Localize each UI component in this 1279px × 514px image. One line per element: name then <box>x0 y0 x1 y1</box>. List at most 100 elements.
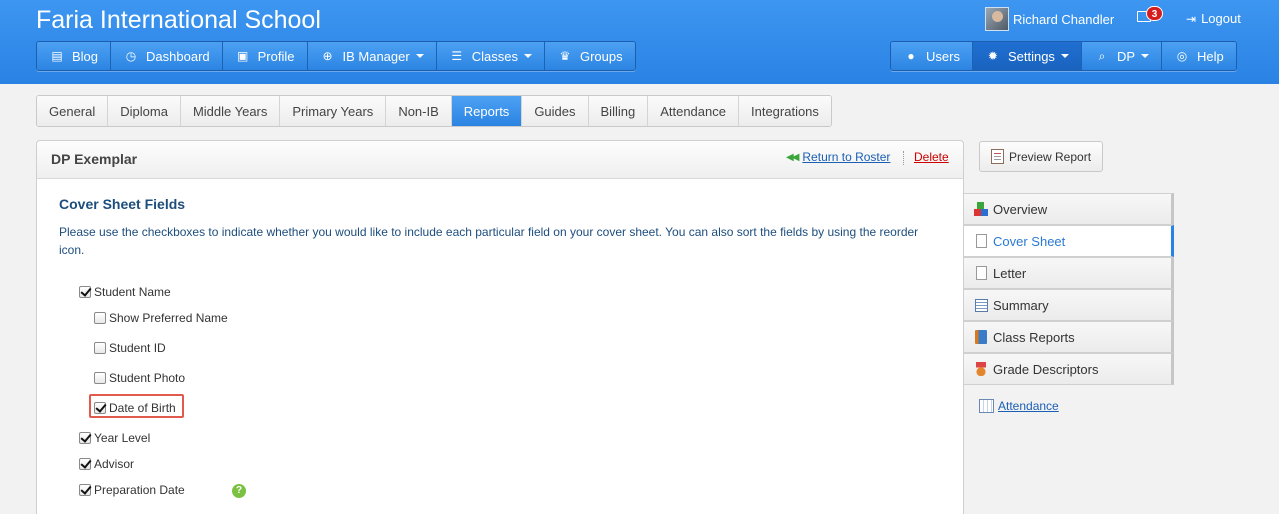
tab-primary-years[interactable]: Primary Years <box>280 96 387 126</box>
nav-classes[interactable]: ☰ Classes <box>436 42 545 70</box>
mail-count-badge: 3 <box>1146 6 1163 21</box>
tab-attendance[interactable]: Attendance <box>648 96 739 126</box>
field-label: Advisor <box>94 457 135 471</box>
checkbox[interactable] <box>94 312 106 324</box>
globe-icon: ⊕ <box>322 49 333 63</box>
tab-guides[interactable]: Guides <box>522 96 589 126</box>
page-icon <box>973 234 989 248</box>
admin-nav: ● Users ✹ Settings ⌕ DP ◎ Help <box>890 41 1237 71</box>
nav-label: Users <box>926 48 960 64</box>
checkbox[interactable] <box>79 432 91 444</box>
field-preparation-date[interactable]: Preparation Date <box>79 483 185 497</box>
blog-icon: ▤ <box>51 49 63 63</box>
field-label: Year Level <box>94 431 151 445</box>
chevron-down-icon <box>1141 54 1149 58</box>
nav-label: Groups <box>579 48 623 64</box>
nav-blog[interactable]: ▤ Blog <box>37 42 112 70</box>
side-tab-summary[interactable]: Summary <box>964 289 1174 321</box>
chevron-down-icon <box>1060 54 1069 58</box>
double-arrow-left-icon: ◀◀ <box>786 151 799 163</box>
trophy-icon: ♛ <box>559 49 571 63</box>
field-advisor[interactable]: Advisor <box>79 457 134 471</box>
user-menu[interactable]: Richard Chandler <box>985 7 1114 31</box>
checkbox[interactable] <box>79 286 91 298</box>
side-tab-label: Grade Descriptors <box>993 361 1099 377</box>
attendance-link[interactable]: Attendance <box>979 399 1059 413</box>
nav-dashboard[interactable]: ◷ Dashboard <box>111 42 223 70</box>
nav-label: IB Manager <box>342 48 410 64</box>
blocks-icon <box>973 202 989 216</box>
delete-link[interactable]: Delete <box>914 150 949 164</box>
tab-middle-years[interactable]: Middle Years <box>180 96 281 126</box>
field-label: Student Photo <box>109 371 186 385</box>
section-title: Cover Sheet Fields <box>59 196 186 212</box>
chevron-down-icon <box>523 54 532 58</box>
field-date-of-birth[interactable]: Date of Birth <box>94 401 176 415</box>
user-icon: ● <box>907 49 915 63</box>
nav-profile[interactable]: ▣ Profile <box>222 42 308 70</box>
side-tab-label: Cover Sheet <box>993 233 1066 249</box>
user-name: Richard Chandler <box>1013 11 1115 27</box>
book-icon <box>973 330 989 344</box>
nav-ib-manager[interactable]: ⊕ IB Manager <box>307 42 437 70</box>
main-nav: ▤ Blog ◷ Dashboard ▣ Profile ⊕ IB Manage… <box>36 41 636 71</box>
nav-label: Help <box>1197 48 1224 64</box>
school-name: Faria International School <box>36 6 321 34</box>
tab-diploma[interactable]: Diploma <box>108 96 181 126</box>
return-to-roster-link[interactable]: ◀◀ Return to Roster <box>786 150 890 164</box>
top-header: Faria International School Richard Chand… <box>0 0 1279 84</box>
checkbox[interactable] <box>79 484 91 496</box>
chevron-down-icon <box>415 54 424 58</box>
tab-reports[interactable]: Reports <box>451 96 523 126</box>
logout-label: Logout <box>1201 11 1241 26</box>
field-label: Date of Birth <box>109 401 176 415</box>
nav-label: Dashboard <box>146 48 210 64</box>
nav-label: Profile <box>257 48 295 64</box>
side-tab-cover-sheet[interactable]: Cover Sheet <box>964 225 1174 257</box>
checkbox[interactable] <box>94 372 106 384</box>
tab-non-ib[interactable]: Non-IB <box>386 96 452 126</box>
nav-users[interactable]: ● Users <box>891 42 973 70</box>
divider <box>903 151 904 165</box>
nav-label: Classes <box>471 48 518 64</box>
field-student-id[interactable]: Student ID <box>94 341 166 355</box>
preview-report-button[interactable]: Preview Report <box>979 141 1103 172</box>
nav-settings[interactable]: ✹ Settings <box>972 42 1082 70</box>
return-to-roster-label: Return to Roster <box>802 150 891 164</box>
nav-help[interactable]: ◎ Help <box>1162 42 1236 70</box>
gear-icon: ✹ <box>987 49 998 63</box>
list-icon <box>973 298 989 312</box>
field-show-preferred-name[interactable]: Show Preferred Name <box>94 311 228 325</box>
field-label: Preparation Date <box>94 483 185 497</box>
field-year-level[interactable]: Year Level <box>79 431 150 445</box>
field-label: Student Name <box>94 285 171 299</box>
field-student-photo[interactable]: Student Photo <box>94 371 185 385</box>
checkbox[interactable] <box>94 342 106 354</box>
side-tab-letter[interactable]: Letter <box>964 257 1174 289</box>
checkbox[interactable] <box>94 402 106 414</box>
help-icon[interactable]: ? <box>232 484 246 498</box>
report-sections-nav: Overview Cover Sheet Letter Summary Clas… <box>964 193 1174 385</box>
side-tab-label: Summary <box>993 297 1049 313</box>
nav-label: Blog <box>72 48 99 64</box>
profile-icon: ▣ <box>236 49 249 63</box>
tab-billing[interactable]: Billing <box>588 96 649 126</box>
field-label: Show Preferred Name <box>109 311 228 325</box>
field-student-name[interactable]: Student Name <box>79 285 171 299</box>
side-tab-class-reports[interactable]: Class Reports <box>964 321 1174 353</box>
calendar-icon <box>979 399 994 413</box>
nav-groups[interactable]: ♛ Groups <box>544 42 635 70</box>
attendance-label: Attendance <box>998 399 1059 413</box>
side-tab-grade-descriptors[interactable]: Grade Descriptors <box>964 353 1174 385</box>
side-tab-overview[interactable]: Overview <box>964 193 1174 225</box>
nav-dp[interactable]: ⌕ DP <box>1081 42 1162 70</box>
tab-general[interactable]: General <box>37 96 109 126</box>
side-tab-label: Letter <box>993 265 1027 281</box>
field-label: Student ID <box>109 341 166 355</box>
report-document-icon <box>991 149 1004 164</box>
logout-link[interactable]: ⇥ Logout <box>1186 11 1241 26</box>
checkbox[interactable] <box>79 458 91 470</box>
tab-integrations[interactable]: Integrations <box>738 96 831 126</box>
settings-tabs: General Diploma Middle Years Primary Yea… <box>36 95 832 127</box>
page-icon <box>973 266 989 280</box>
